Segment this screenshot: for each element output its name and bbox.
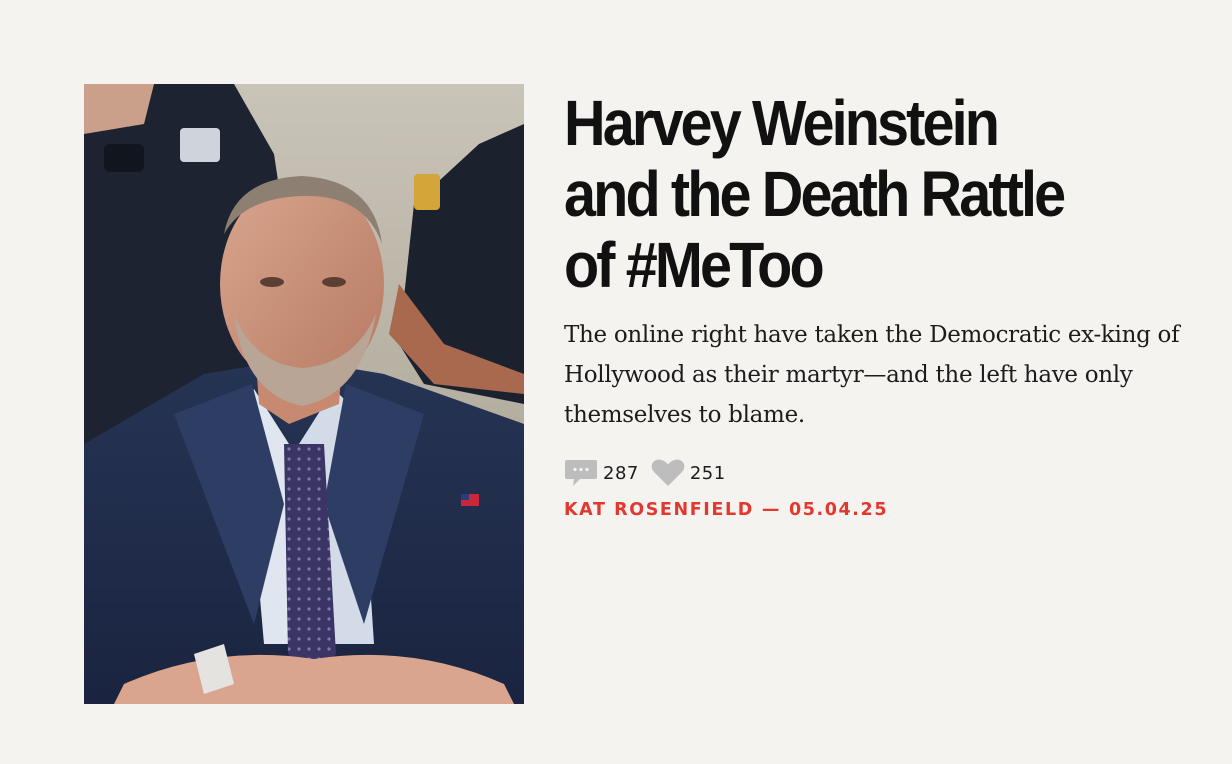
article-headline[interactable]: Harvey Weinstein and the Death Rattle of… <box>564 88 1068 301</box>
article-date: 05.04.25 <box>788 500 889 520</box>
article-stats: 287 251 <box>564 457 1214 489</box>
comments-stat[interactable]: 287 <box>564 458 639 488</box>
comment-bubble-icon <box>564 458 598 488</box>
article-photo-illustration <box>84 84 524 704</box>
comments-count: 287 <box>603 462 639 484</box>
heart-icon <box>651 458 685 488</box>
article-photo[interactable] <box>84 84 524 704</box>
article-content: Harvey Weinstein and the Death Rattle of… <box>564 88 1214 521</box>
likes-count: 251 <box>689 462 726 484</box>
article-standfirst: The online right have taken the Democrat… <box>564 322 1180 428</box>
likes-stat[interactable]: 251 <box>651 458 726 488</box>
article-card: Harvey Weinstein and the Death Rattle of… <box>0 0 1232 764</box>
article-byline: KAT ROSENFIELD — 05.04.25 <box>564 500 1214 520</box>
byline-separator: — <box>761 500 781 520</box>
author-link[interactable]: KAT ROSENFIELD <box>564 500 754 520</box>
